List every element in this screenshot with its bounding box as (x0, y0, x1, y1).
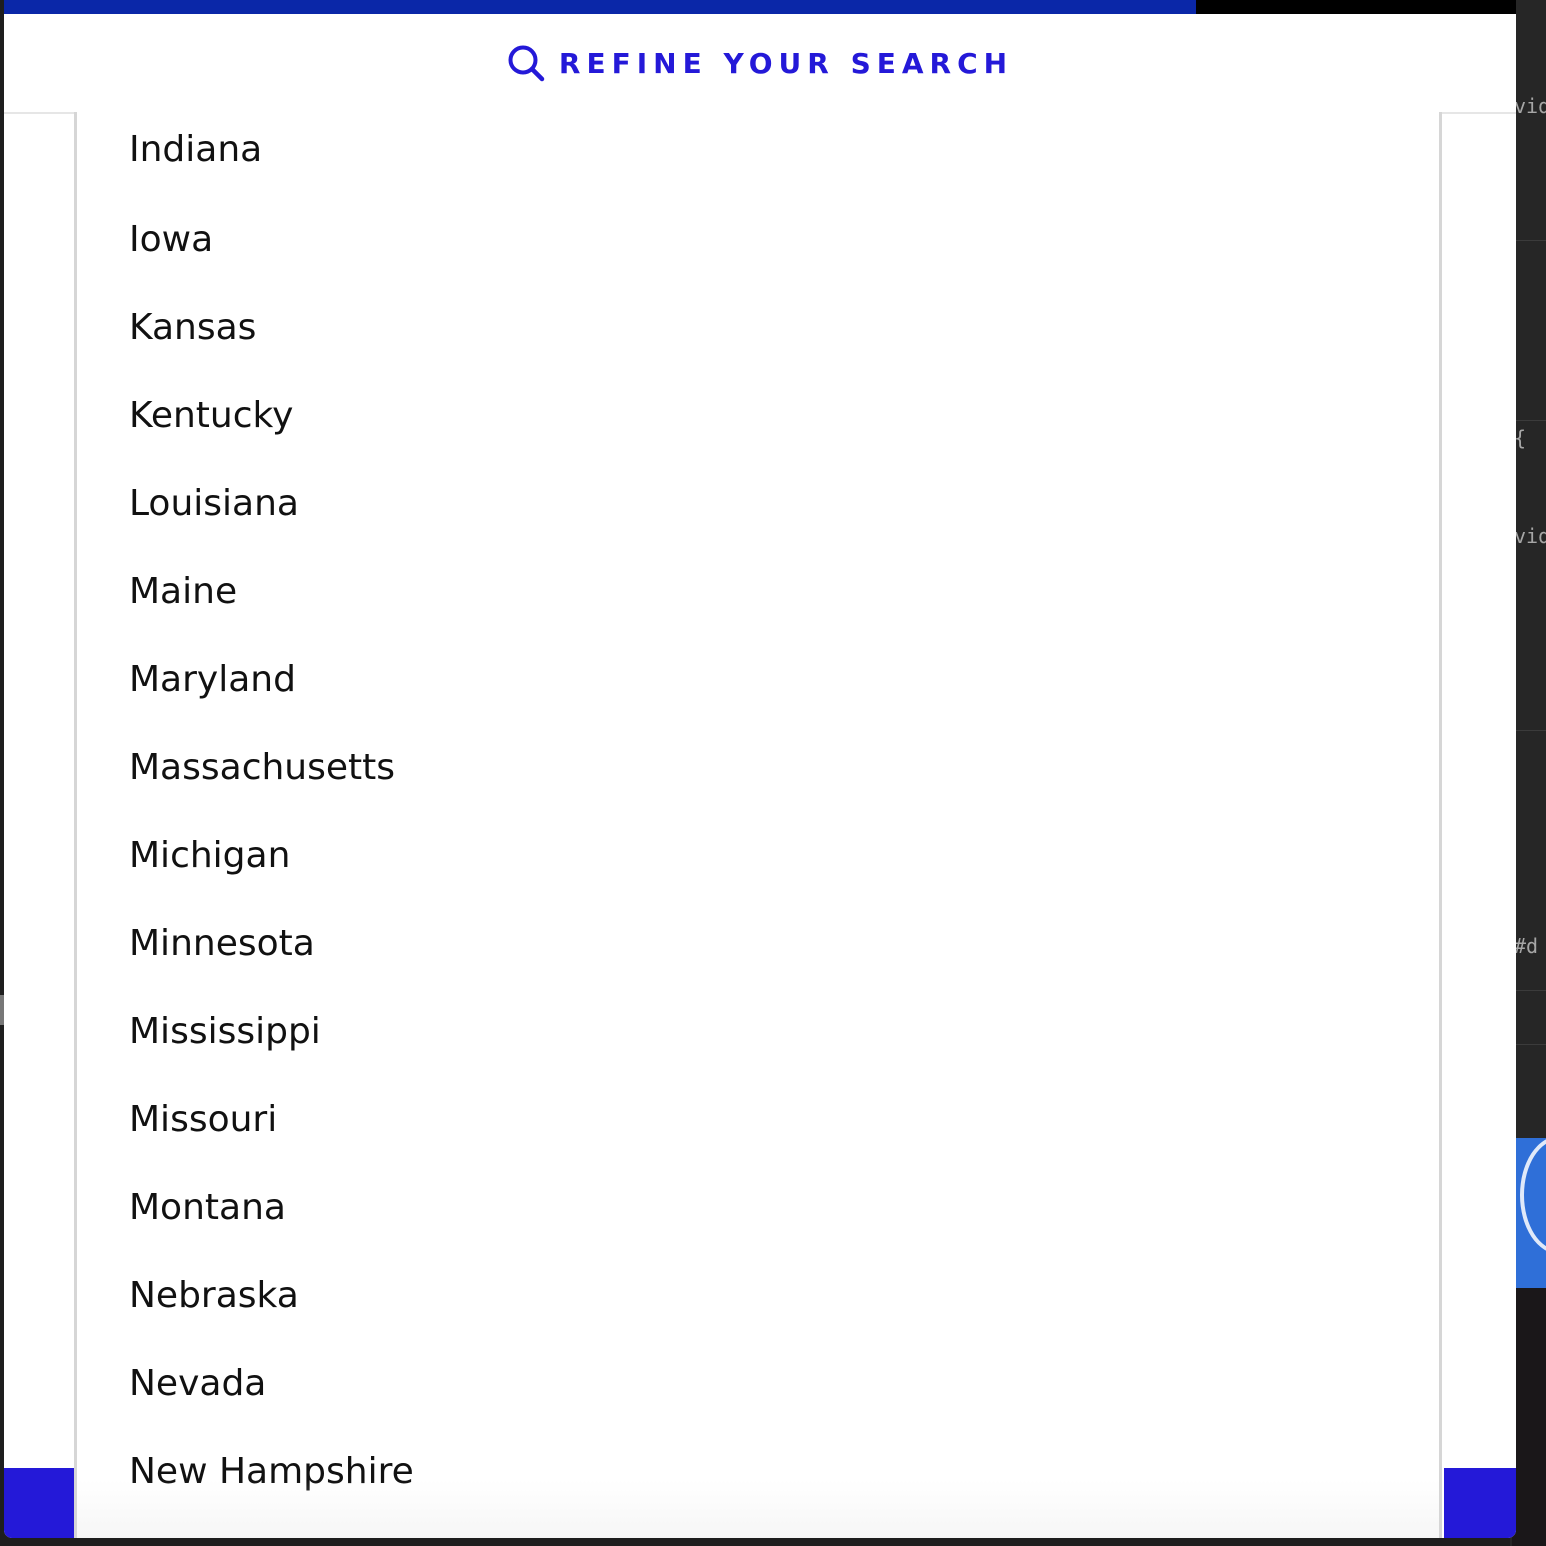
state-options: Indiana Iowa Kansas Kentucky Louisiana M… (77, 112, 1439, 1520)
code-fragment: vid (1514, 94, 1546, 118)
background-panel (1512, 1288, 1546, 1546)
list-item-new-hampshire[interactable]: New Hampshire (77, 1432, 1439, 1520)
list-item-kansas[interactable]: Kansas (77, 288, 1439, 376)
top-accent-bar (4, 0, 1196, 14)
refine-search-modal: REFINE YOUR SEARCH Indiana Iowa Kansas K… (4, 0, 1516, 1538)
list-item-louisiana[interactable]: Louisiana (77, 464, 1439, 552)
list-item-minnesota[interactable]: Minnesota (77, 904, 1439, 992)
list-item-maryland[interactable]: Maryland (77, 640, 1439, 728)
arc-shape (1520, 1138, 1546, 1254)
list-item-massachusetts[interactable]: Massachusetts (77, 728, 1439, 816)
refine-search-header[interactable]: REFINE YOUR SEARCH (4, 14, 1516, 114)
screen: vid { vid #d REFINE YOUR SEARCH Indiana … (0, 0, 1546, 1546)
list-item-mississippi[interactable]: Mississippi (77, 992, 1439, 1080)
list-item-missouri[interactable]: Missouri (77, 1080, 1439, 1168)
list-item-iowa[interactable]: Iowa (77, 200, 1439, 288)
header-content: REFINE YOUR SEARCH (507, 44, 1013, 82)
apply-button-edge[interactable] (4, 1468, 76, 1538)
apply-button-edge[interactable] (1444, 1468, 1516, 1538)
page-title: REFINE YOUR SEARCH (558, 46, 1014, 80)
list-item-maine[interactable]: Maine (77, 552, 1439, 640)
search-icon (507, 44, 545, 82)
code-fragment: #d (1514, 934, 1539, 958)
top-dark-bar (1196, 0, 1516, 14)
list-item-michigan[interactable]: Michigan (77, 816, 1439, 904)
list-item-montana[interactable]: Montana (77, 1168, 1439, 1256)
code-fragment: vid (1514, 524, 1546, 548)
background-app-icon (1512, 1138, 1546, 1288)
list-item-indiana[interactable]: Indiana (77, 112, 1439, 200)
list-item-nevada[interactable]: Nevada (77, 1344, 1439, 1432)
list-item-nebraska[interactable]: Nebraska (77, 1256, 1439, 1344)
state-dropdown-list[interactable]: Indiana Iowa Kansas Kentucky Louisiana M… (74, 112, 1442, 1538)
list-item-kentucky[interactable]: Kentucky (77, 376, 1439, 464)
